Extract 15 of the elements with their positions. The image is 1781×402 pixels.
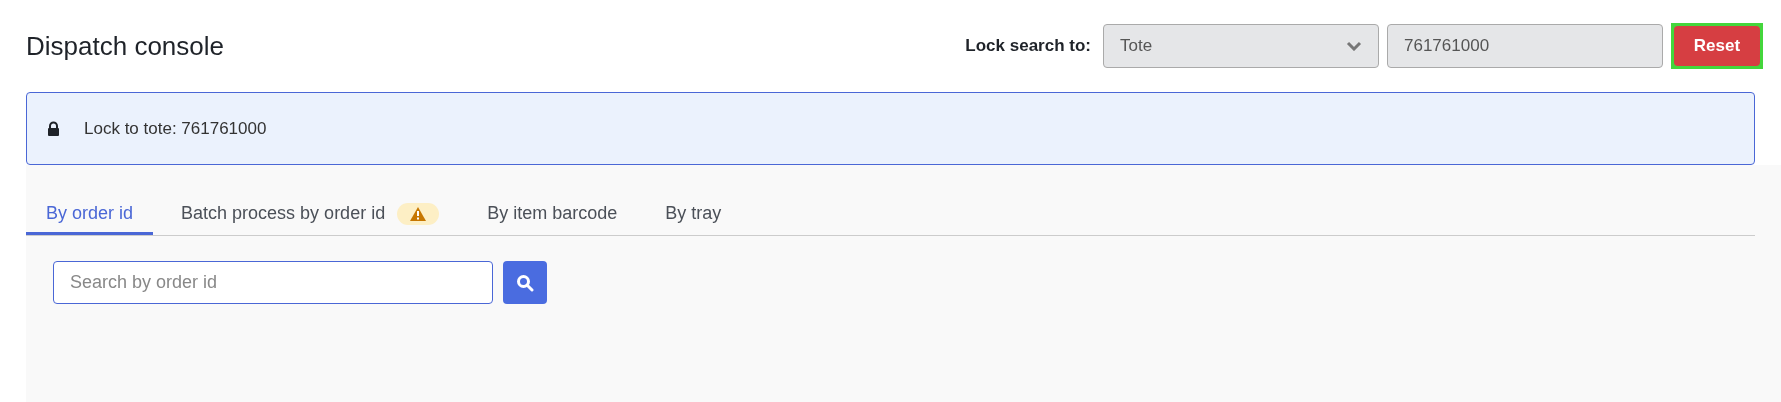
value-field[interactable]: 761761000 — [1387, 24, 1663, 68]
lock-search-label: Lock search to: — [965, 35, 1091, 58]
type-select[interactable]: Tote — [1103, 24, 1379, 68]
search-icon — [516, 273, 534, 292]
tab[interactable]: Batch process by order id — [161, 195, 460, 235]
banner-text: Lock to tote: 761761000 — [84, 117, 267, 140]
reset-button[interactable]: Reset — [1674, 26, 1760, 66]
search-field[interactable]: Search by order id — [53, 261, 493, 304]
search-button[interactable] — [503, 261, 547, 304]
tab[interactable]: By tray — [645, 195, 742, 235]
page-title: Dispatch console — [26, 29, 224, 63]
chevron-down-icon — [1346, 41, 1362, 51]
tab[interactable]: By item barcode — [467, 195, 638, 235]
lock-icon — [47, 121, 60, 136]
tab[interactable]: By order id — [26, 195, 154, 235]
